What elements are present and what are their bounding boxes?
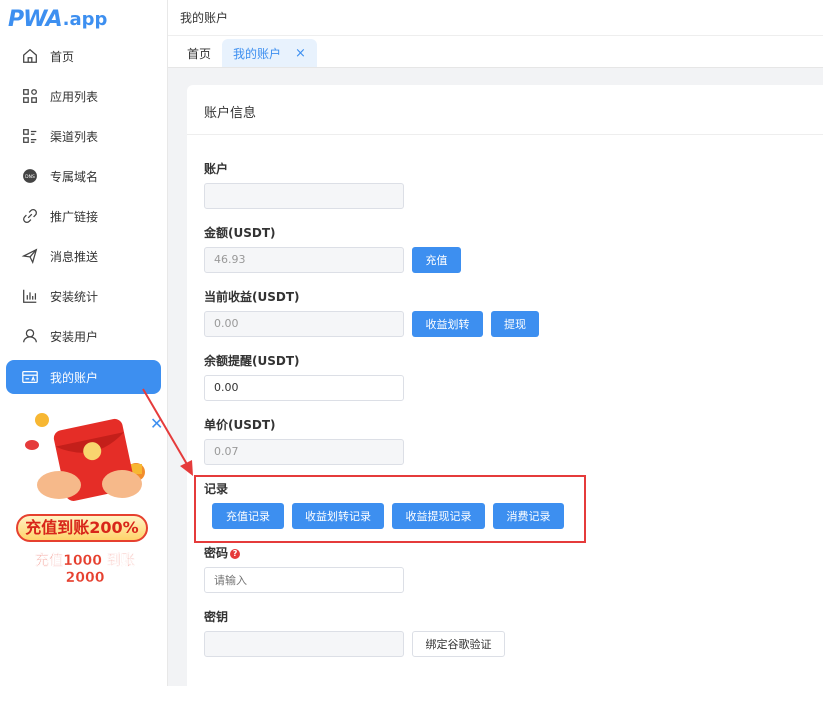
password-label-text: 密码	[204, 546, 228, 560]
records-label: 记录	[204, 480, 228, 497]
sidebar-item-channels[interactable]: 渠道列表	[6, 116, 161, 156]
logo[interactable]: PWA .app	[8, 6, 107, 32]
secret-label: 密钥	[204, 608, 228, 625]
tab-label: 我的账户	[233, 45, 281, 62]
sidebar-item-label: 消息推送	[50, 248, 98, 265]
svg-text:DNS: DNS	[25, 174, 35, 180]
sidebar-item-install-users[interactable]: 安装用户	[6, 316, 161, 356]
logo-tld: .app	[63, 9, 108, 30]
sidebar-item-apps[interactable]: 应用列表	[6, 76, 161, 116]
transfer-records-button[interactable]: 收益划转记录	[292, 503, 384, 529]
balance-alert-input[interactable]: 0.00	[204, 375, 404, 401]
unit-price-label: 单价(USDT)	[204, 416, 276, 433]
sidebar-item-label: 安装用户	[50, 328, 98, 345]
close-icon[interactable]: ×	[295, 46, 306, 61]
promo-subline[interactable]: 充值1000 到账2000	[20, 550, 150, 586]
logo-brand: PWA	[8, 7, 62, 32]
sidebar-item-label: 应用列表	[50, 88, 98, 105]
list-icon	[20, 126, 40, 146]
sidebar-item-my-account[interactable]: 我的账户	[6, 360, 161, 394]
secret-field	[204, 631, 404, 657]
chart-icon	[20, 286, 40, 306]
bind-google-auth-button[interactable]: 绑定谷歌验证	[412, 631, 505, 657]
earnings-field: 0.00	[204, 311, 404, 337]
amount-field: 46.93	[204, 247, 404, 273]
sidebar-item-push[interactable]: 消息推送	[6, 236, 161, 276]
earnings-label: 当前收益(USDT)	[204, 288, 300, 305]
sidebar-item-label: 专属域名	[50, 168, 98, 185]
account-field	[204, 183, 404, 209]
breadcrumb: 我的账户	[168, 0, 823, 36]
sidebar-item-label: 我的账户	[50, 369, 98, 386]
sidebar-item-home[interactable]: 首页	[6, 36, 161, 76]
password-label: 密码?	[204, 544, 240, 561]
password-input[interactable]	[204, 567, 404, 593]
home-icon	[20, 46, 40, 66]
tab-label: 首页	[187, 45, 211, 62]
transfer-earnings-button[interactable]: 收益划转	[412, 311, 483, 337]
user-icon	[20, 326, 40, 346]
dns-icon: DNS	[20, 166, 40, 186]
sidebar: PWA .app 首页 应用列表 渠道列表 DNS 专属域名	[0, 0, 168, 686]
promo-headline[interactable]: 充值到账200%	[16, 514, 148, 542]
tab-home[interactable]: 首页	[176, 39, 222, 67]
consumption-records-button[interactable]: 消费记录	[493, 503, 564, 529]
tab-my-account[interactable]: 我的账户 ×	[222, 39, 317, 67]
sidebar-nav: 首页 应用列表 渠道列表 DNS 专属域名 推广链接	[6, 36, 161, 394]
sidebar-item-domains[interactable]: DNS 专属域名	[6, 156, 161, 196]
account-card-icon	[20, 367, 40, 387]
help-icon[interactable]: ?	[230, 549, 240, 559]
sidebar-item-label: 安装统计	[50, 288, 98, 305]
recharge-button[interactable]: 充值	[412, 247, 461, 273]
send-icon	[20, 246, 40, 266]
sidebar-item-label: 首页	[50, 48, 74, 65]
withdraw-records-button[interactable]: 收益提现记录	[392, 503, 485, 529]
apps-icon	[20, 86, 40, 106]
red-envelope-icon	[14, 410, 164, 510]
unit-price-field: 0.07	[204, 439, 404, 465]
withdraw-button[interactable]: 提现	[491, 311, 539, 337]
sidebar-item-promo-links[interactable]: 推广链接	[6, 196, 161, 236]
card-divider	[187, 134, 823, 135]
sidebar-item-label: 渠道列表	[50, 128, 98, 145]
sidebar-item-label: 推广链接	[50, 208, 98, 225]
sidebar-item-install-stats[interactable]: 安装统计	[6, 276, 161, 316]
recharge-records-button[interactable]: 充值记录	[212, 503, 284, 529]
balance-alert-label: 余额提醒(USDT)	[204, 352, 300, 369]
link-icon	[20, 206, 40, 226]
breadcrumb-current: 我的账户	[180, 9, 228, 26]
account-label: 账户	[204, 160, 228, 177]
card-title: 账户信息	[204, 102, 256, 121]
promo-close-icon[interactable]: ✕	[150, 414, 163, 433]
amount-label: 金额(USDT)	[204, 224, 276, 241]
tab-bar: 首页 我的账户 ×	[168, 36, 823, 68]
